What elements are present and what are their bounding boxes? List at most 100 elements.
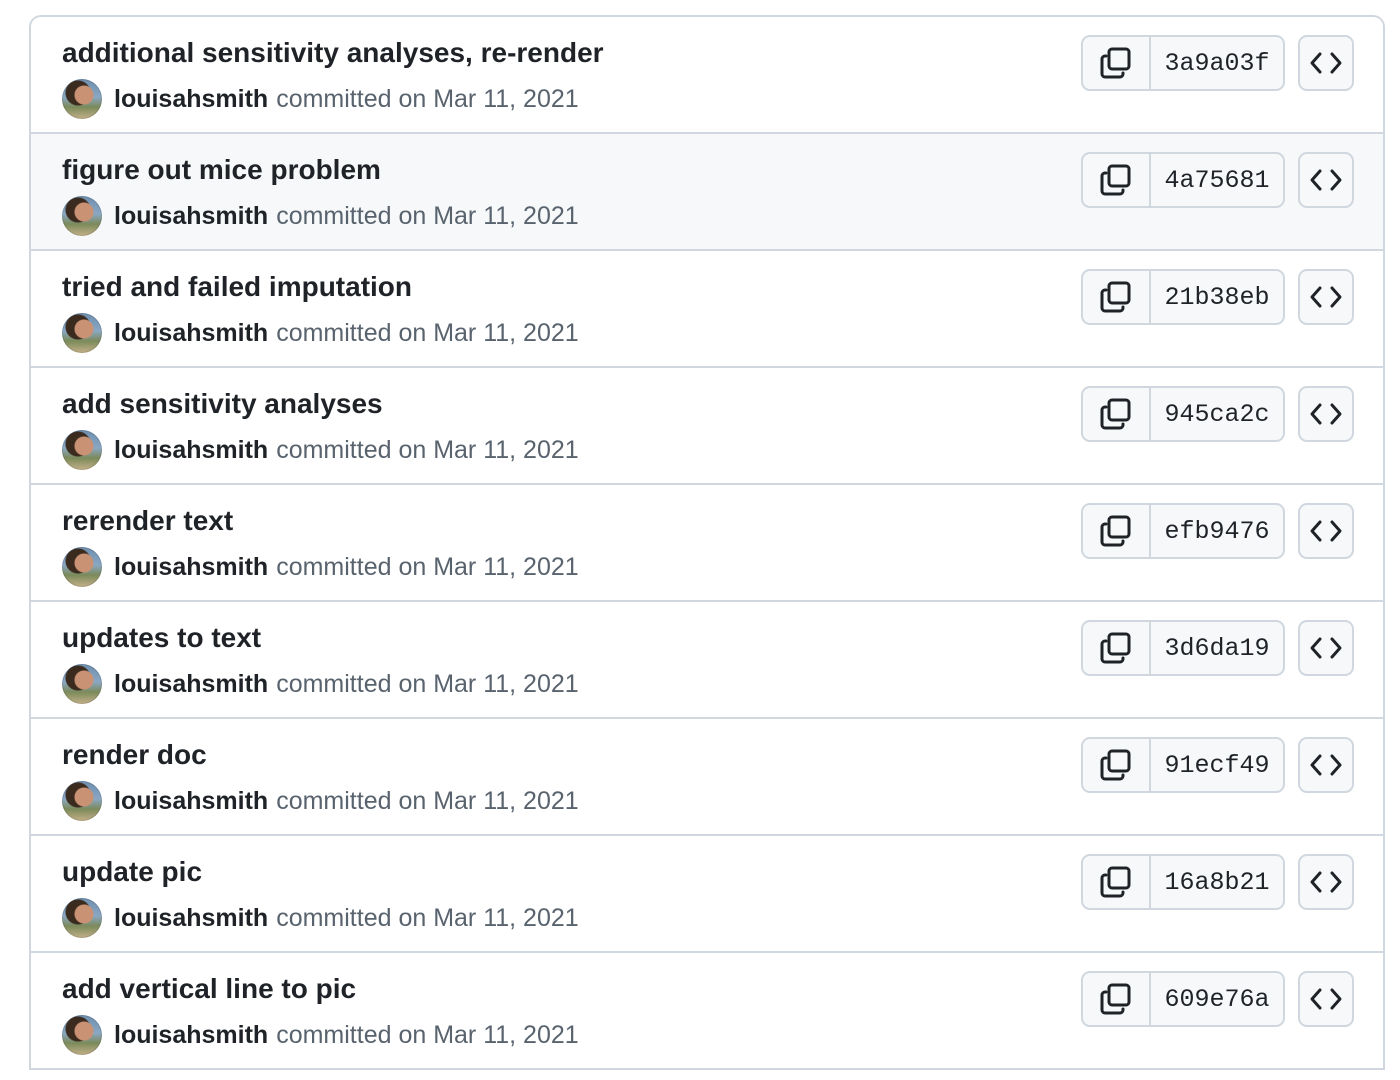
code-icon [1309,752,1343,778]
author-link[interactable]: louisahsmith [114,553,268,582]
commit-row: tried and failed imputation louisahsmith… [31,251,1383,368]
commit-meta: louisahsmith committed on Mar 11, 2021 [62,313,579,353]
browse-repository-button[interactable] [1298,503,1354,559]
commit-title-link[interactable]: updates to text [62,622,261,654]
copy-icon [1099,748,1133,782]
browse-repository-button[interactable] [1298,269,1354,325]
copy-sha-button[interactable] [1083,271,1151,323]
commit-date: committed on Mar 11, 2021 [276,552,579,581]
commit-sha-link[interactable]: 4a75681 [1151,154,1283,206]
commit-date: committed on Mar 11, 2021 [276,435,579,464]
author-avatar[interactable] [62,664,102,704]
commit-sha-link[interactable]: 16a8b21 [1151,856,1283,908]
author-avatar[interactable] [62,430,102,470]
commit-date: committed on Mar 11, 2021 [276,201,579,230]
author-link[interactable]: louisahsmith [114,85,268,114]
sha-button-group: 3d6da19 [1081,620,1285,676]
commit-row: figure out mice problem louisahsmith com… [31,134,1383,251]
commit-title-link[interactable]: update pic [62,856,202,888]
commit-title-link[interactable]: figure out mice problem [62,154,381,186]
commit-title-link[interactable]: add vertical line to pic [62,973,356,1005]
author-avatar[interactable] [62,1015,102,1055]
code-icon [1309,50,1343,76]
commit-sha-link[interactable]: 91ecf49 [1151,739,1283,791]
code-icon [1309,635,1343,661]
copy-sha-button[interactable] [1083,505,1151,557]
copy-icon [1099,865,1133,899]
commit-date: committed on Mar 11, 2021 [276,1020,579,1049]
commit-title-link[interactable]: additional sensitivity analyses, re-rend… [62,37,604,69]
copy-icon [1099,982,1133,1016]
commit-row: updates to text louisahsmith committed o… [31,602,1383,719]
commit-row: update pic louisahsmith committed on Mar… [31,836,1383,953]
copy-sha-button[interactable] [1083,37,1151,89]
sha-button-group: 91ecf49 [1081,737,1285,793]
commit-date: committed on Mar 11, 2021 [276,318,579,347]
sha-button-group: 21b38eb [1081,269,1285,325]
commit-meta: louisahsmith committed on Mar 11, 2021 [62,430,579,470]
sha-button-group: 4a75681 [1081,152,1285,208]
author-link[interactable]: louisahsmith [114,319,268,348]
commit-meta: louisahsmith committed on Mar 11, 2021 [62,196,579,236]
commit-row: add vertical line to pic louisahsmith co… [31,953,1383,1070]
browse-repository-button[interactable] [1298,854,1354,910]
commit-meta: louisahsmith committed on Mar 11, 2021 [62,664,579,704]
commit-date: committed on Mar 11, 2021 [276,84,579,113]
copy-sha-button[interactable] [1083,973,1151,1025]
commit-title-link[interactable]: rerender text [62,505,233,537]
copy-sha-button[interactable] [1083,622,1151,674]
sha-button-group: 3a9a03f [1081,35,1285,91]
commit-meta: louisahsmith committed on Mar 11, 2021 [62,547,579,587]
author-avatar[interactable] [62,79,102,119]
code-icon [1309,401,1343,427]
commit-sha-link[interactable]: 609e76a [1151,973,1283,1025]
copy-icon [1099,280,1133,314]
browse-repository-button[interactable] [1298,35,1354,91]
sha-button-group: efb9476 [1081,503,1285,559]
author-link[interactable]: louisahsmith [114,670,268,699]
author-avatar[interactable] [62,781,102,821]
copy-icon [1099,46,1133,80]
commit-date: committed on Mar 11, 2021 [276,903,579,932]
commit-row: additional sensitivity analyses, re-rend… [31,17,1383,134]
code-icon [1309,284,1343,310]
author-avatar[interactable] [62,313,102,353]
browse-repository-button[interactable] [1298,386,1354,442]
commit-row: add sensitivity analyses louisahsmith co… [31,368,1383,485]
commit-title-link[interactable]: render doc [62,739,207,771]
author-link[interactable]: louisahsmith [114,436,268,465]
commit-sha-link[interactable]: 21b38eb [1151,271,1283,323]
author-avatar[interactable] [62,196,102,236]
commit-meta: louisahsmith committed on Mar 11, 2021 [62,79,579,119]
copy-icon [1099,514,1133,548]
copy-sha-button[interactable] [1083,154,1151,206]
code-icon [1309,167,1343,193]
author-avatar[interactable] [62,898,102,938]
author-avatar[interactable] [62,547,102,587]
commit-date: committed on Mar 11, 2021 [276,669,579,698]
commit-title-link[interactable]: tried and failed imputation [62,271,412,303]
browse-repository-button[interactable] [1298,620,1354,676]
copy-icon [1099,631,1133,665]
commit-meta: louisahsmith committed on Mar 11, 2021 [62,1015,579,1055]
copy-sha-button[interactable] [1083,739,1151,791]
code-icon [1309,986,1343,1012]
commit-row: render doc louisahsmith committed on Mar… [31,719,1383,836]
browse-repository-button[interactable] [1298,971,1354,1027]
commit-sha-link[interactable]: efb9476 [1151,505,1283,557]
browse-repository-button[interactable] [1298,737,1354,793]
copy-sha-button[interactable] [1083,388,1151,440]
commit-sha-link[interactable]: 3d6da19 [1151,622,1283,674]
commit-row: rerender text louisahsmith committed on … [31,485,1383,602]
author-link[interactable]: louisahsmith [114,202,268,231]
commit-date: committed on Mar 11, 2021 [276,786,579,815]
commit-title-link[interactable]: add sensitivity analyses [62,388,383,420]
author-link[interactable]: louisahsmith [114,904,268,933]
browse-repository-button[interactable] [1298,152,1354,208]
author-link[interactable]: louisahsmith [114,787,268,816]
author-link[interactable]: louisahsmith [114,1021,268,1050]
commit-sha-link[interactable]: 3a9a03f [1151,37,1283,89]
copy-icon [1099,397,1133,431]
copy-sha-button[interactable] [1083,856,1151,908]
commit-sha-link[interactable]: 945ca2c [1151,388,1283,440]
